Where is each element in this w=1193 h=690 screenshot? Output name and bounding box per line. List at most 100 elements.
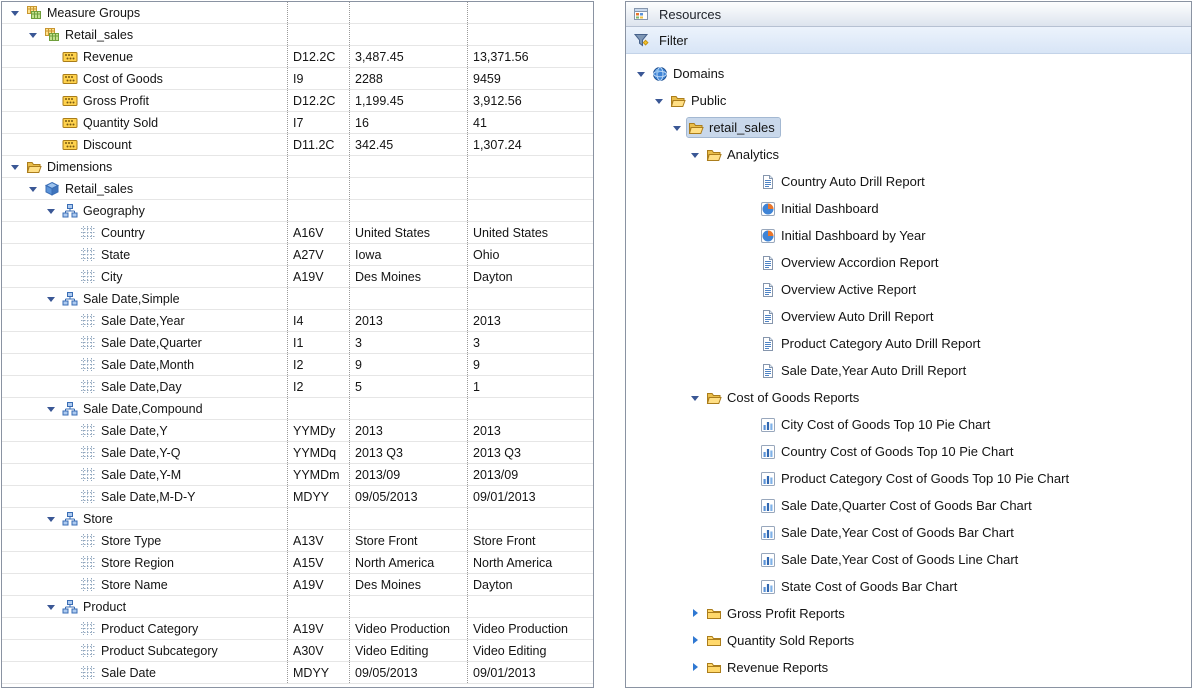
tree-item[interactable]: Sale Date,Y <box>79 421 173 440</box>
tree-item[interactable]: Sale Date,Day <box>79 377 187 396</box>
metadata-tree-cell: Quantity Sold <box>2 112 287 133</box>
tree-item[interactable]: Retail_sales <box>43 25 138 44</box>
tree-item[interactable]: Product Category <box>79 619 203 638</box>
tree-item[interactable]: Store Name <box>79 575 173 594</box>
field-icon <box>80 445 96 461</box>
metadata-tree-cell: Product <box>2 596 287 617</box>
tree-item[interactable]: City <box>79 267 128 286</box>
tree-item[interactable]: Product Subcategory <box>79 641 223 660</box>
tree-item[interactable]: State <box>79 245 135 264</box>
collapse-toggle-icon[interactable] <box>670 120 687 136</box>
resources-tree: Domains Public retail_sales Analytics Countr… <box>626 54 1191 681</box>
tree-item[interactable]: Quantity Sold Reports <box>705 631 859 650</box>
collapse-toggle-icon[interactable] <box>44 599 61 615</box>
hierarchy-icon <box>62 291 78 307</box>
tree-item[interactable]: Sale Date,Simple <box>61 289 185 308</box>
tree-item[interactable]: retail_sales <box>687 118 780 137</box>
collapse-toggle-icon[interactable] <box>44 291 61 307</box>
tree-item[interactable]: Revenue <box>61 47 138 66</box>
tree-item[interactable]: Country Auto Drill Report <box>759 172 930 191</box>
tree-item[interactable]: Domains <box>651 64 729 83</box>
tree-item[interactable]: Overview Accordion Report <box>759 253 944 272</box>
expand-toggle-icon[interactable] <box>688 660 705 676</box>
collapse-toggle-icon[interactable] <box>8 5 25 21</box>
tree-item[interactable]: Initial Dashboard <box>759 199 884 218</box>
field-icon <box>80 335 96 351</box>
filter-bar[interactable]: Filter <box>626 27 1191 54</box>
collapse-toggle-icon[interactable] <box>26 27 43 43</box>
metadata-tree-cell: Measure Groups <box>2 2 287 23</box>
arrow-spacer <box>62 555 79 571</box>
format-cell: I7 <box>287 112 349 133</box>
tree-item[interactable]: Store Region <box>79 553 179 572</box>
tree-item[interactable]: Sale Date,Y-M <box>79 465 186 484</box>
arrow-spacer <box>62 423 79 439</box>
document-icon <box>760 363 776 379</box>
tree-item[interactable]: Sale Date,M-D-Y <box>79 487 200 506</box>
tree-item[interactable]: Revenue Reports <box>705 658 833 677</box>
tree-item[interactable]: Dimensions <box>25 157 117 176</box>
tree-item[interactable]: Retail_sales <box>43 179 138 198</box>
collapse-toggle-icon[interactable] <box>26 181 43 197</box>
tree-item[interactable]: Store <box>61 509 118 528</box>
tree-item[interactable]: Overview Auto Drill Report <box>759 307 938 326</box>
tree-item[interactable]: Sale Date <box>79 663 161 682</box>
sample-value-1-cell: 2013 <box>349 310 467 331</box>
collapse-toggle-icon[interactable] <box>634 66 651 82</box>
tree-item-label: Product Category Auto Drill Report <box>780 336 981 351</box>
tree-item[interactable]: Sale Date,Month <box>79 355 199 374</box>
tree-item[interactable]: Gross Profit <box>61 91 154 110</box>
collapse-toggle-icon[interactable] <box>688 147 705 163</box>
folder-icon <box>706 633 722 649</box>
tree-item[interactable]: Cost of Goods <box>61 69 168 88</box>
collapse-toggle-icon[interactable] <box>44 203 61 219</box>
tree-item[interactable]: Product Category Auto Drill Report <box>759 334 985 353</box>
metadata-row: Store RegionA15VNorth AmericaNorth Ameri… <box>2 552 593 574</box>
metadata-tree-cell: Dimensions <box>2 156 287 177</box>
collapse-toggle-icon[interactable] <box>652 93 669 109</box>
tree-item[interactable]: Overview Active Report <box>759 280 921 299</box>
tree-item[interactable]: Initial Dashboard by Year <box>759 226 931 245</box>
format-cell: A15V <box>287 552 349 573</box>
tree-item[interactable]: Measure Groups <box>25 3 145 22</box>
sample-value-1-cell: 3 <box>349 332 467 353</box>
tree-item[interactable]: Sale Date,Year Cost of Goods Line Chart <box>759 550 1023 569</box>
tree-item[interactable]: Sale Date,Y-Q <box>79 443 185 462</box>
collapse-toggle-icon[interactable] <box>44 511 61 527</box>
tree-item[interactable]: Sale Date,Year Cost of Goods Bar Chart <box>759 523 1019 542</box>
tree-item[interactable]: Country Cost of Goods Top 10 Pie Chart <box>759 442 1018 461</box>
tree-item[interactable]: Product <box>61 597 131 616</box>
collapse-toggle-icon[interactable] <box>688 390 705 406</box>
tree-item[interactable]: Sale Date,Quarter <box>79 333 207 352</box>
expand-toggle-icon[interactable] <box>688 606 705 622</box>
resource-row: Sale Date,Year Auto Drill Report <box>626 357 1191 384</box>
sample-value-1-cell: 2013/09 <box>349 464 467 485</box>
tree-item[interactable]: Country <box>79 223 150 242</box>
tree-item[interactable]: Sale Date,Compound <box>61 399 208 418</box>
tree-item[interactable]: Sale Date,Year <box>79 311 190 330</box>
tree-item[interactable]: Store Type <box>79 531 166 550</box>
tree-item[interactable]: Analytics <box>705 145 784 164</box>
tree-item[interactable]: City Cost of Goods Top 10 Pie Chart <box>759 415 995 434</box>
tree-item[interactable]: Discount <box>61 135 137 154</box>
tree-item[interactable]: Sale Date,Year Auto Drill Report <box>759 361 971 380</box>
sample-value-2-cell: 3,912.56 <box>467 90 593 111</box>
metadata-tree-cell: Retail_sales <box>2 178 287 199</box>
arrow-spacer <box>742 174 759 190</box>
collapse-toggle-icon[interactable] <box>44 401 61 417</box>
tree-item[interactable]: Sale Date,Quarter Cost of Goods Bar Char… <box>759 496 1037 515</box>
metadata-row: Sale Date,Y-QYYMDq2013 Q32013 Q3 <box>2 442 593 464</box>
metadata-tree-cell: Retail_sales <box>2 24 287 45</box>
tree-item[interactable]: Quantity Sold <box>61 113 163 132</box>
tree-item[interactable]: Product Category Cost of Goods Top 10 Pi… <box>759 469 1074 488</box>
tree-item[interactable]: Cost of Goods Reports <box>705 388 864 407</box>
collapse-toggle-icon[interactable] <box>8 159 25 175</box>
resource-row: Overview Active Report <box>626 276 1191 303</box>
metadata-tree-cell: Sale Date,Year <box>2 310 287 331</box>
expand-toggle-icon[interactable] <box>688 633 705 649</box>
measure-icon <box>62 93 78 109</box>
tree-item[interactable]: Public <box>669 91 731 110</box>
tree-item[interactable]: Geography <box>61 201 150 220</box>
tree-item[interactable]: State Cost of Goods Bar Chart <box>759 577 962 596</box>
tree-item[interactable]: Gross Profit Reports <box>705 604 850 623</box>
